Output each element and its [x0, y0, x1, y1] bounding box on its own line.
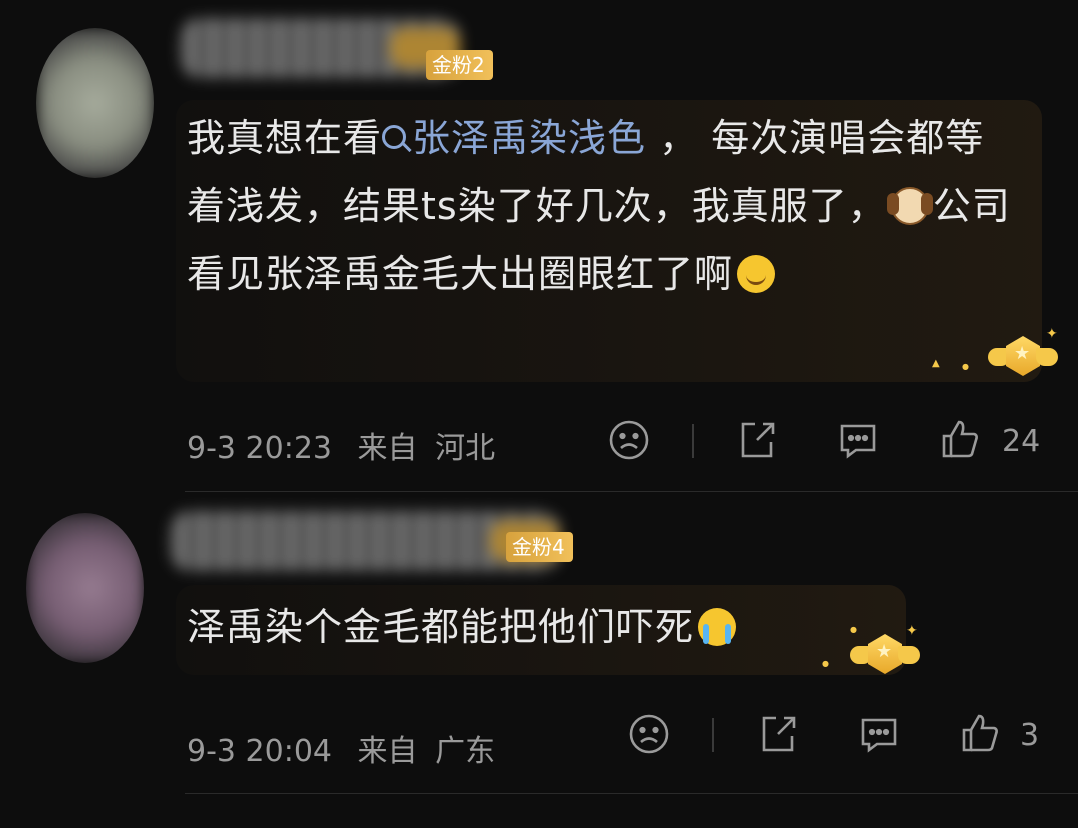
- dog-emoji-icon: [886, 187, 933, 225]
- comment-actions: 3: [0, 712, 1078, 762]
- sad-face-icon[interactable]: [607, 418, 651, 462]
- thumbs-up-icon[interactable]: [938, 418, 982, 462]
- fan-level-badge: 金粉4: [506, 532, 573, 562]
- thumbs-up-icon[interactable]: [958, 712, 1002, 756]
- comment-text-part: 泽禹染个金毛都能把他们吓死: [187, 605, 695, 649]
- comment-text-part: 我真想在看: [187, 116, 383, 160]
- username-blurred[interactable]: [170, 511, 560, 571]
- divider: [185, 491, 1078, 492]
- share-icon[interactable]: [735, 418, 779, 462]
- comment-item: 金粉4 泽禹染个金毛都能把他们吓死 ✦ ● ● 9-3 20:04 来自 广东 …: [0, 493, 1078, 793]
- search-icon: [382, 125, 407, 149]
- share-icon[interactable]: [756, 712, 800, 756]
- comment-icon[interactable]: [836, 418, 880, 462]
- comment-text: 泽禹染个金毛都能把他们吓死: [187, 593, 887, 661]
- avatar[interactable]: [26, 513, 144, 663]
- comment-icon[interactable]: [857, 712, 901, 756]
- sad-face-icon[interactable]: [627, 712, 671, 756]
- comment-text: 我真想在看 张泽禹染浅色 ， 每次演唱会都等着浅发，结果ts染了好几次，我真服了，…: [187, 104, 1017, 308]
- avatar[interactable]: [36, 28, 154, 178]
- like-count: 3: [1020, 718, 1040, 753]
- fan-level-badge: 金粉2: [426, 50, 493, 80]
- topic-link[interactable]: 张泽禹染浅色: [382, 116, 646, 160]
- crying-emoji-icon: [698, 608, 737, 646]
- dizzy-emoji-icon: [737, 255, 776, 293]
- topic-label: 张泽禹染浅色: [412, 116, 647, 160]
- like-count: 24: [1002, 424, 1041, 459]
- divider: [185, 793, 1078, 794]
- username-blurred[interactable]: [180, 18, 460, 78]
- comment-item: 金粉2 我真想在看 张泽禹染浅色 ， 每次演唱会都等着浅发，结果ts染了好几次，我…: [0, 0, 1078, 492]
- comment-actions: 24: [0, 418, 1078, 468]
